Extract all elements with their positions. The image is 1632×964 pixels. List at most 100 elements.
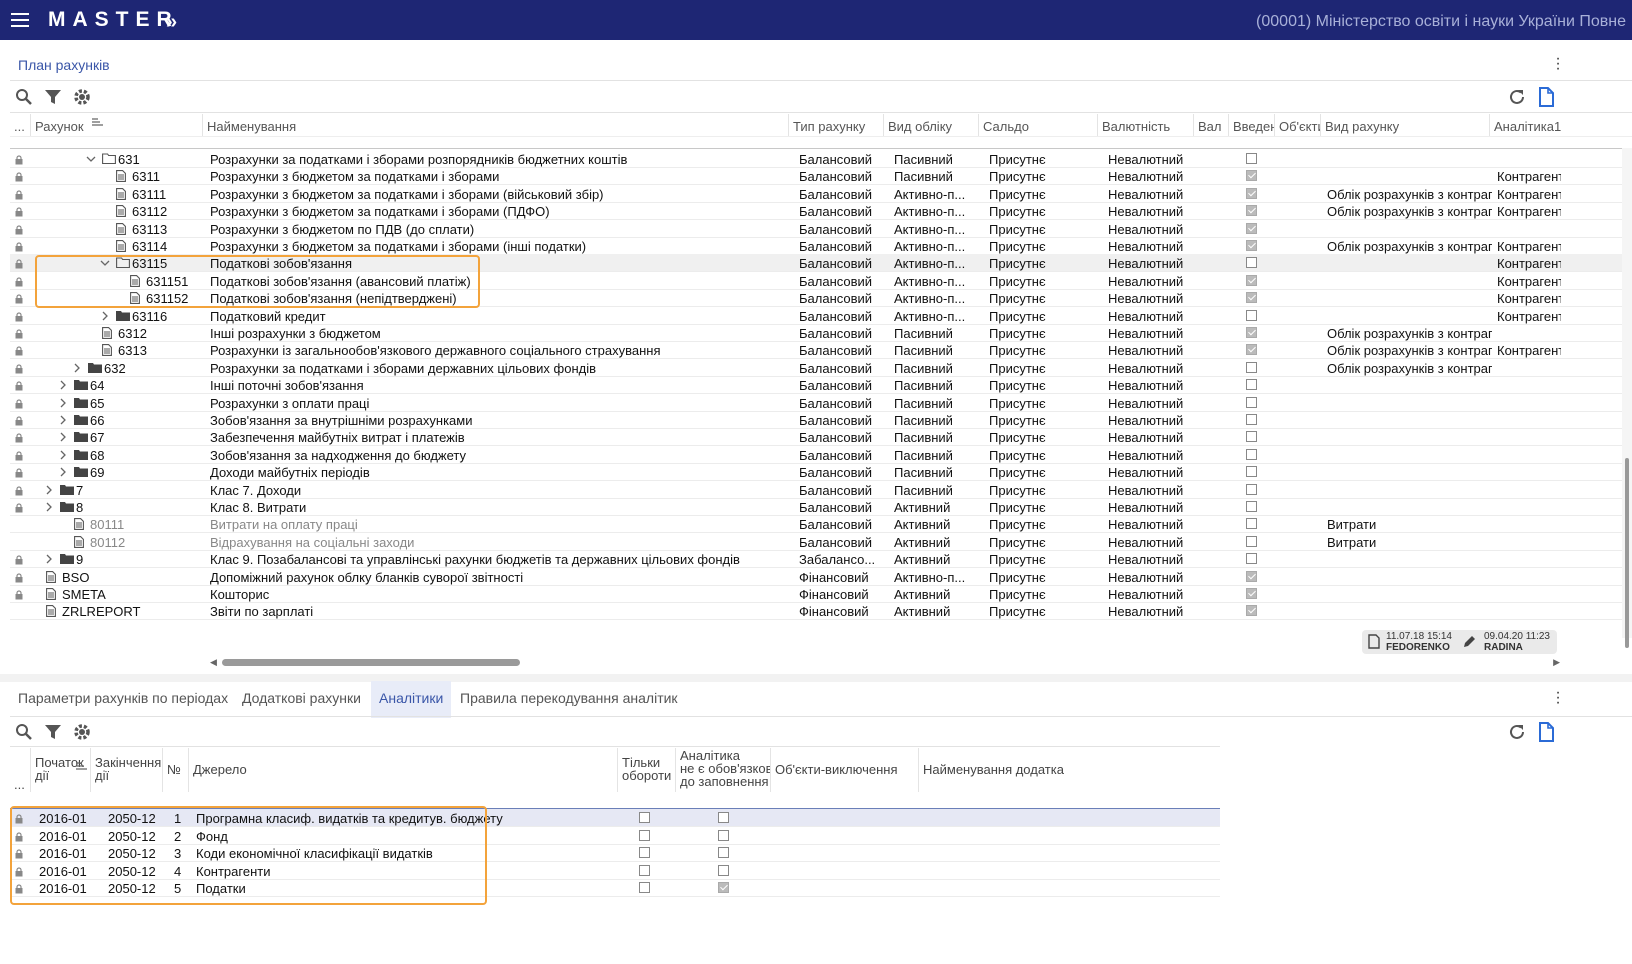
col-menu[interactable]: ... [10,748,31,792]
table-row[interactable]: 63114 Розрахунки з бюджетом за податками … [10,237,1632,255]
introduced-checkbox[interactable] [1246,170,1257,182]
table-row[interactable]: 67 Забезпечення майбутніх витрат і платеж… [10,428,1632,447]
col-account-type[interactable]: Тип рахунку [789,114,884,136]
col-saldo[interactable]: Сальдо [979,114,1098,136]
col-objects[interactable]: Об'єкти [1275,114,1321,136]
col-account-kind[interactable]: Вид рахунку [1321,114,1490,136]
settings-icon[interactable] [73,88,91,106]
table-row[interactable]: 6313 Розрахунки із загальнообов'язкового … [10,341,1632,360]
optional-checkbox[interactable] [718,864,729,876]
introduced-checkbox[interactable] [1246,396,1257,408]
scroll-thumb[interactable] [222,659,520,666]
table-row[interactable]: 65 Розрахунки з оплати праці Балансовий Пас… [10,394,1632,412]
introduced-checkbox[interactable] [1246,431,1257,443]
introduced-checkbox[interactable] [1246,466,1257,478]
optional-checkbox[interactable] [718,847,729,858]
col-val[interactable]: Вал [1194,114,1229,136]
table-row[interactable]: 63113 Розрахунки з бюджетом по ПДВ (до сп… [10,220,1632,238]
introduced-checkbox[interactable] [1246,153,1257,164]
introduced-checkbox[interactable] [1246,292,1257,304]
table-row[interactable]: 8 Клас 8. Витрати Балансовий Активний Присут… [10,498,1632,516]
refresh-icon[interactable] [1508,723,1526,741]
col-end[interactable]: Закінчення дії [91,748,163,792]
table-row[interactable]: 68 Зобов'язання за надходження до бюджету… [10,446,1632,464]
scroll-right-icon[interactable]: ▶ [1553,657,1560,668]
chevron-right-icon[interactable] [58,380,68,390]
col-introduced[interactable]: Введен [1229,114,1275,136]
new-document-icon[interactable] [1537,722,1555,742]
introduced-checkbox[interactable] [1246,483,1257,495]
introduced-checkbox[interactable] [1246,605,1257,617]
table-row[interactable]: 63111 Розрахунки з бюджетом за податками … [10,185,1632,203]
optional-checkbox[interactable] [718,812,729,823]
tab-analytics[interactable]: Аналітики [371,681,452,718]
col-analytics-optional[interactable]: Аналітика не є обов'язкова до заповнення [676,748,771,792]
chevron-right-icon[interactable] [58,450,68,460]
col-excluded-objects[interactable]: Об'єкти-виключення [771,748,919,792]
introduced-checkbox[interactable] [1246,501,1257,512]
introduced-checkbox[interactable] [1246,222,1257,234]
new-document-icon[interactable] [1537,87,1555,107]
introduced-checkbox[interactable] [1246,448,1257,460]
menu-icon[interactable] [11,13,29,27]
optional-checkbox[interactable] [718,829,729,841]
turnover-only-checkbox[interactable] [639,882,650,893]
table-row[interactable]: 6312 Інші розрахунки з бюджетом Балансовий… [10,324,1632,342]
table-row[interactable]: ZRLREPORT Звіти по зарплаті Фінансовий Акти… [10,602,1632,621]
col-accounting-kind[interactable]: Вид обліку [884,114,979,136]
chevron-right-icon[interactable] [44,554,54,564]
table-row[interactable]: BSO Допоміжний рахунок облку бланків суво… [10,568,1632,586]
introduced-checkbox[interactable] [1246,187,1257,199]
table-row[interactable]: 6311 Розрахунки з бюджетом за податками і… [10,167,1632,186]
introduced-checkbox[interactable] [1246,327,1257,338]
table-row[interactable]: 9 Клас 9. Позабалансові та управлінські р… [10,550,1632,569]
col-account[interactable]: Рахунок [31,114,203,136]
table-row[interactable]: 63112 Розрахунки з бюджетом за податками … [10,202,1632,221]
introduced-checkbox[interactable] [1246,414,1257,425]
optional-checkbox[interactable] [718,882,729,893]
introduced-checkbox[interactable] [1246,344,1257,356]
more-options-icon[interactable]: · · · [1555,685,1561,711]
introduced-checkbox[interactable] [1246,535,1257,547]
chevron-right-icon[interactable] [72,363,82,373]
introduced-checkbox[interactable] [1246,309,1257,321]
introduced-checkbox[interactable] [1246,588,1257,599]
introduced-checkbox[interactable] [1246,240,1257,251]
sort-icon[interactable] [76,762,88,772]
chevron-right-icon[interactable] [100,311,110,321]
turnover-only-checkbox[interactable] [639,829,650,841]
scroll-left-icon[interactable]: ◀ [210,657,217,668]
more-options-icon[interactable]: · · · [1555,51,1561,77]
table-row[interactable]: 80112 Відрахування на соціальні заходи Бал… [10,533,1632,551]
table-row[interactable]: SMETA Кошторис Фінансовий Активний Присутнє Н… [10,585,1632,603]
horizontal-scrollbar[interactable]: ◀ ▶ [210,656,1560,668]
chevron-right-icon[interactable] [44,485,54,495]
search-icon[interactable] [15,723,33,741]
table-row[interactable]: 64 Інші поточні зобов'язання Балансовий Пас… [10,376,1632,395]
col-analytics1[interactable]: Аналітика1 [1490,114,1562,136]
turnover-only-checkbox[interactable] [639,864,650,876]
table-row[interactable]: 80111 Витрати на оплату праці Балансовий Ак… [10,515,1632,534]
table-row[interactable]: 7 Клас 7. Доходи Балансовий Пасивний Присутн… [10,481,1632,499]
introduced-checkbox[interactable] [1246,570,1257,582]
chevron-right-icon[interactable] [58,398,68,408]
tab-recode-rules[interactable]: Правила перекодування аналітик [452,686,686,718]
col-app-name[interactable]: Найменування додатка [919,748,1220,792]
col-currency[interactable]: Валютність [1098,114,1194,136]
col-turnover-only[interactable]: Тільки обороти [618,748,676,792]
chevron-right-icon[interactable] [44,502,54,512]
filter-icon[interactable] [44,88,62,106]
col-number[interactable]: № [163,748,189,792]
refresh-icon[interactable] [1508,88,1526,106]
introduced-checkbox[interactable] [1246,361,1257,373]
chevron-right-icon[interactable] [58,467,68,477]
chevron-down-icon[interactable] [86,154,96,164]
tab-period-params[interactable]: Параметри рахунків по періодах [10,686,236,718]
chevron-right-icon[interactable] [58,415,68,425]
settings-icon[interactable] [73,723,91,741]
table-row[interactable]: 63116 Податковий кредит Балансовий Активно-… [10,307,1632,325]
expand-chevron-icon[interactable]: » [166,11,177,34]
table-row[interactable]: 69 Доходи майбутніх періодів Балансовий Пас… [10,463,1632,482]
table-row[interactable]: 631 Розрахунки за податками і зборами роз… [10,150,1632,168]
introduced-checkbox[interactable] [1246,205,1257,217]
